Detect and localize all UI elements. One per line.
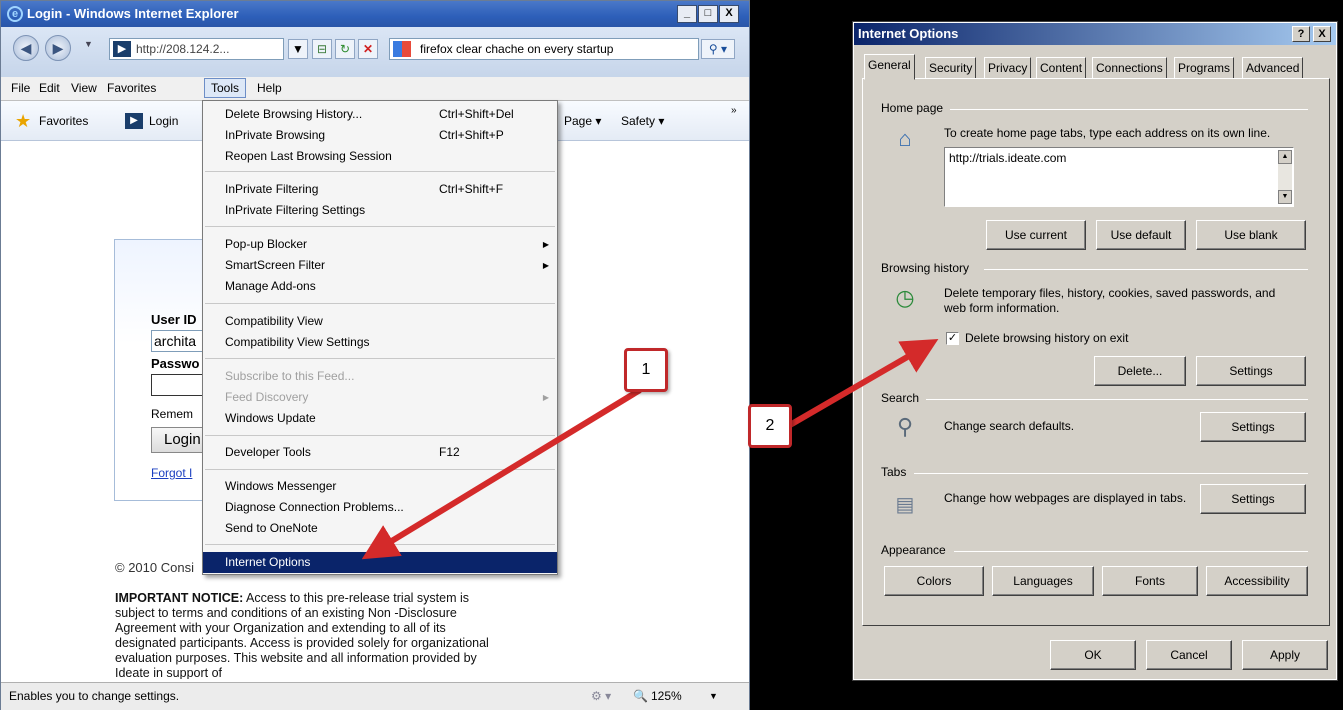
arrow-to-checkbox bbox=[788, 338, 939, 428]
annotation-arrows bbox=[361, 338, 939, 560]
arrow-to-internet-options bbox=[361, 387, 642, 560]
callout-step-2: 2 bbox=[748, 404, 792, 448]
callout-step-1: 1 bbox=[624, 348, 668, 392]
tab-general[interactable]: General bbox=[864, 54, 915, 80]
